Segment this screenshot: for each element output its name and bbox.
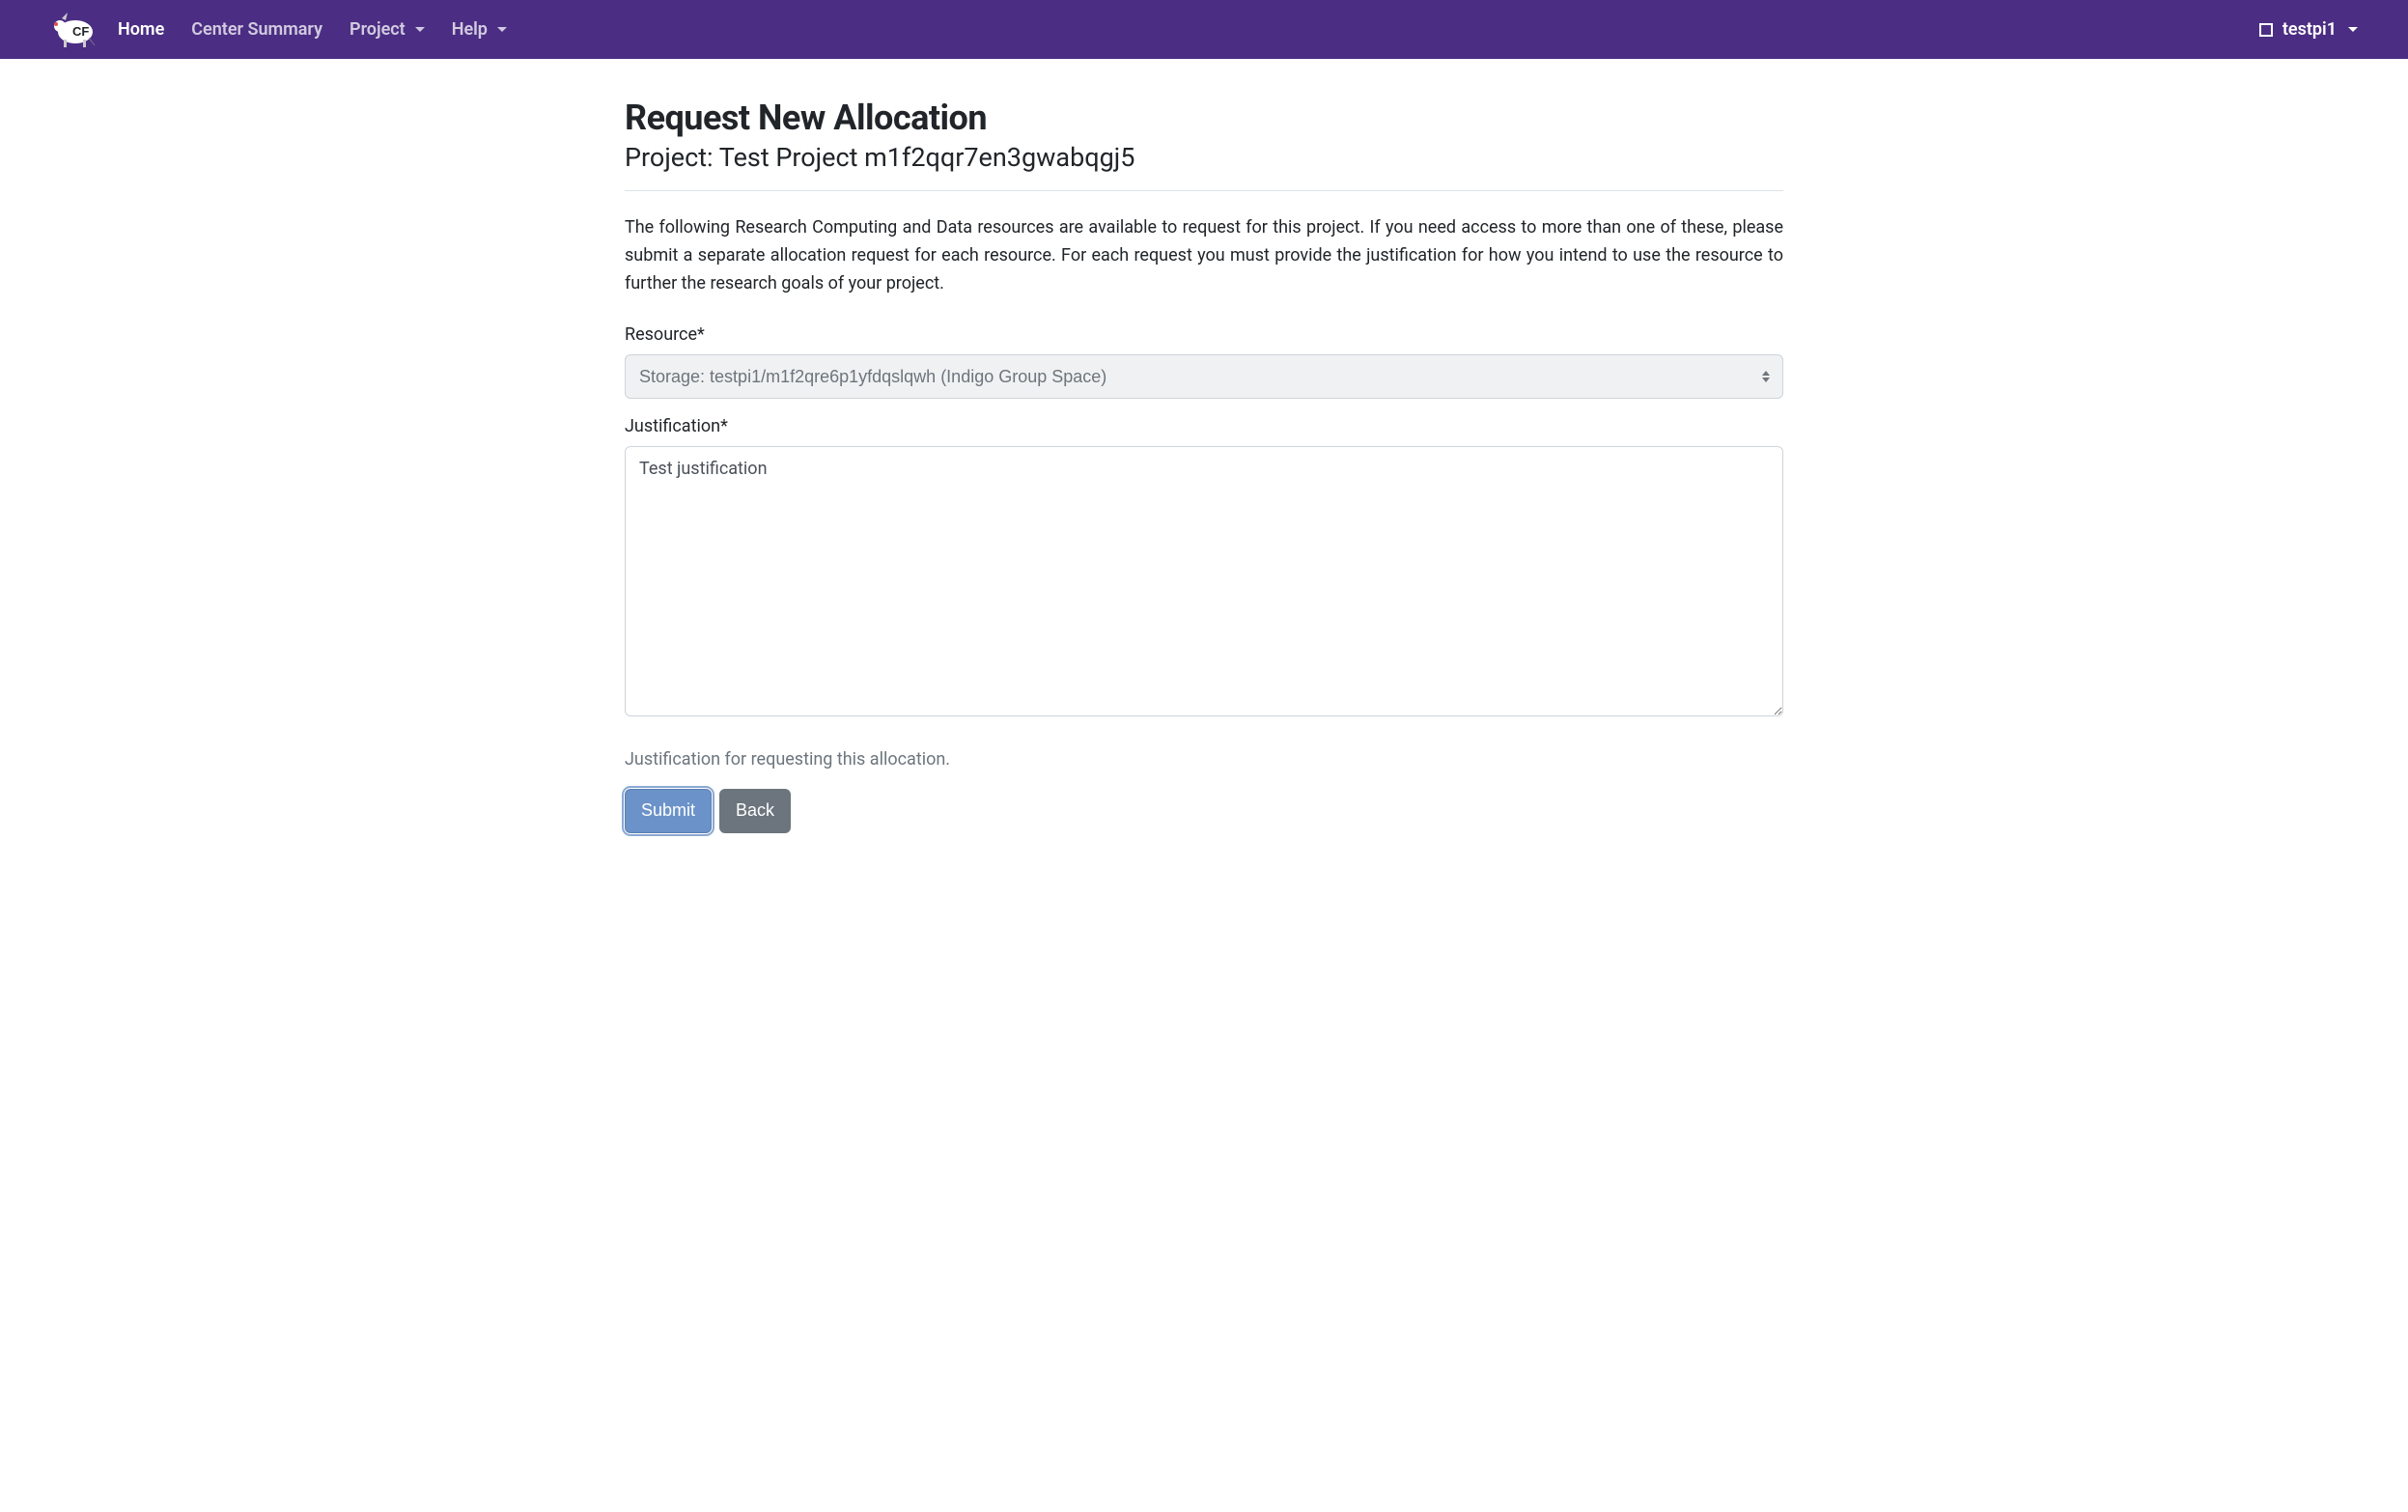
nav-center-summary-label: Center Summary	[191, 19, 322, 40]
user-icon	[2259, 23, 2273, 37]
nav-help-label: Help	[452, 19, 488, 40]
navbar: CF Home Center Summary Project Help test…	[0, 0, 2408, 59]
navbar-left: CF Home Center Summary Project Help	[50, 9, 517, 51]
user-menu-label: testpi1	[2282, 19, 2337, 40]
resource-label: Resource*	[625, 324, 1783, 345]
page-description: The following Research Computing and Dat…	[625, 214, 1783, 297]
justification-textarea[interactable]	[625, 446, 1783, 716]
main-container: Request New Allocation Project: Test Pro…	[609, 59, 1799, 872]
justification-label: Justification*	[625, 416, 1783, 436]
nav-project-label: Project	[350, 19, 406, 40]
page-subtitle: Project: Test Project m1f2qqr7en3gwabqgj…	[625, 142, 1783, 173]
resource-select-wrapper: Storage: testpi1/m1f2qre6p1yfdqslqwh (In…	[625, 354, 1783, 399]
page-title: Request New Allocation	[625, 98, 1783, 138]
button-row: Submit Back	[625, 789, 1783, 832]
logo-icon: CF	[50, 9, 97, 51]
nav-home[interactable]: Home	[108, 12, 174, 47]
resource-select[interactable]: Storage: testpi1/m1f2qre6p1yfdqslqwh (In…	[625, 354, 1783, 399]
nav-help[interactable]: Help	[442, 12, 517, 47]
chevron-down-icon	[415, 27, 425, 32]
navbar-right: testpi1	[2259, 19, 2358, 40]
logo[interactable]: CF	[50, 9, 97, 51]
justification-help: Justification for requesting this alloca…	[625, 749, 1783, 770]
submit-button[interactable]: Submit	[625, 789, 712, 832]
nav-home-label: Home	[118, 19, 164, 40]
nav-center-summary[interactable]: Center Summary	[182, 12, 332, 47]
justification-group: Justification*	[625, 416, 1783, 720]
nav-project[interactable]: Project	[340, 12, 434, 47]
chevron-down-icon	[2348, 27, 2358, 32]
divider	[625, 190, 1783, 191]
chevron-down-icon	[497, 27, 507, 32]
svg-text:CF: CF	[72, 24, 89, 39]
resource-group: Resource* Storage: testpi1/m1f2qre6p1yfd…	[625, 324, 1783, 399]
back-button[interactable]: Back	[719, 789, 791, 832]
user-menu[interactable]: testpi1	[2259, 19, 2358, 40]
